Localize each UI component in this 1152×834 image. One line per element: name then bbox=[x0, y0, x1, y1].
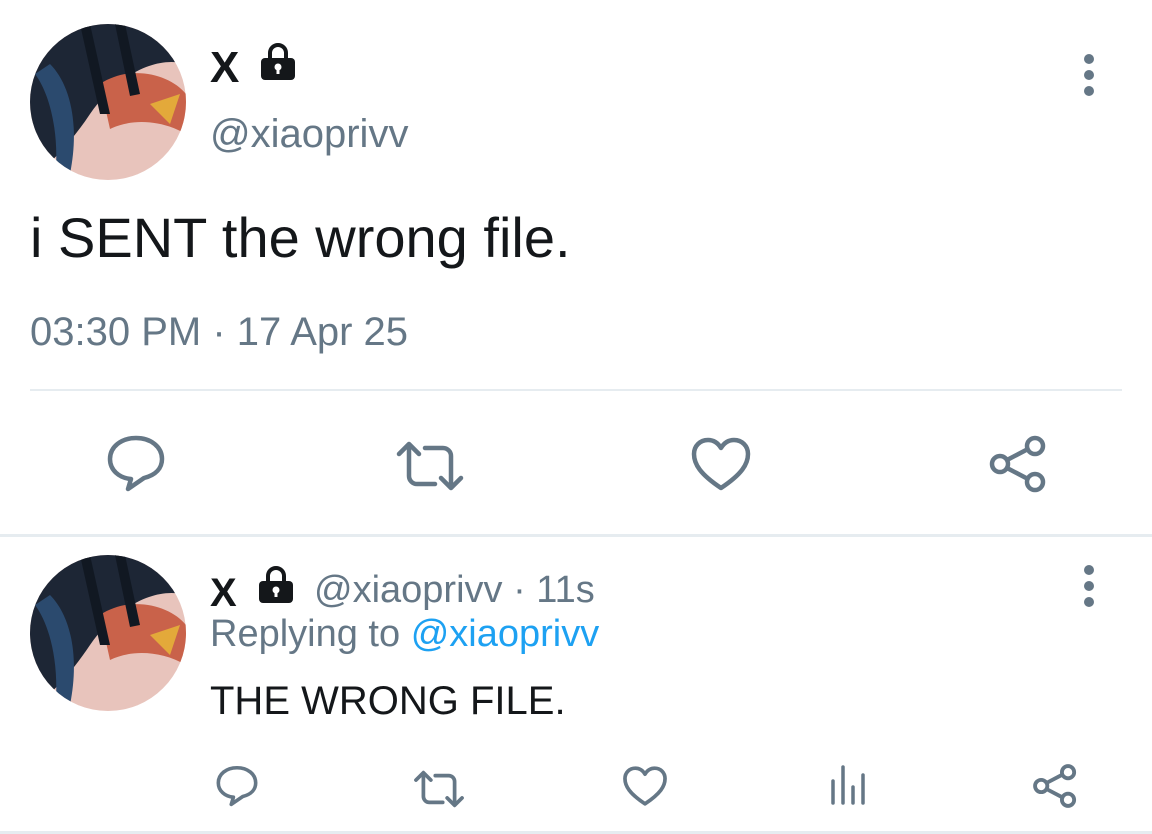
separator: · bbox=[212, 310, 226, 354]
handle[interactable]: @xiaoprivv bbox=[314, 569, 503, 611]
retweet-icon[interactable] bbox=[413, 769, 465, 809]
tweet-age[interactable]: 11s bbox=[536, 569, 594, 611]
tweet-text: THE WRONG FILE. bbox=[210, 679, 566, 723]
like-icon[interactable] bbox=[622, 765, 668, 807]
analytics-icon[interactable] bbox=[828, 763, 868, 807]
reply-icon[interactable] bbox=[104, 432, 168, 492]
avatar[interactable] bbox=[30, 24, 186, 180]
tweet-text: i SENT the wrong file. bbox=[30, 206, 571, 269]
avatar[interactable] bbox=[30, 555, 186, 711]
replying-prefix: Replying to bbox=[210, 613, 401, 655]
share-icon[interactable] bbox=[988, 434, 1048, 494]
retweet-icon[interactable] bbox=[395, 440, 465, 492]
reply-icon[interactable] bbox=[214, 763, 260, 807]
time: 03:30 PM bbox=[30, 310, 202, 354]
timestamp: 03:30 PM · 17 Apr 25 bbox=[30, 310, 408, 355]
display-name[interactable]: X bbox=[210, 46, 240, 90]
share-icon[interactable] bbox=[1032, 763, 1078, 809]
date: 17 Apr 25 bbox=[236, 310, 409, 354]
lock-icon bbox=[258, 42, 298, 82]
lock-icon bbox=[256, 565, 296, 605]
display-name[interactable]: X bbox=[210, 571, 238, 615]
more-vertical-icon[interactable] bbox=[1072, 52, 1106, 98]
main-tweet: X @xiaoprivv i SENT the wrong file. 03:3… bbox=[0, 0, 1152, 537]
handle[interactable]: @xiaoprivv bbox=[210, 112, 408, 157]
reply-tweet[interactable]: X @xiaoprivv · 11s Replying to @xiaopriv… bbox=[0, 537, 1152, 834]
separator: · bbox=[513, 569, 526, 611]
replying-to: Replying to @xiaoprivv bbox=[210, 613, 599, 656]
replying-handle-link[interactable]: @xiaoprivv bbox=[411, 613, 600, 655]
divider bbox=[30, 389, 1122, 391]
more-vertical-icon[interactable] bbox=[1072, 563, 1106, 609]
like-icon[interactable] bbox=[690, 436, 752, 492]
